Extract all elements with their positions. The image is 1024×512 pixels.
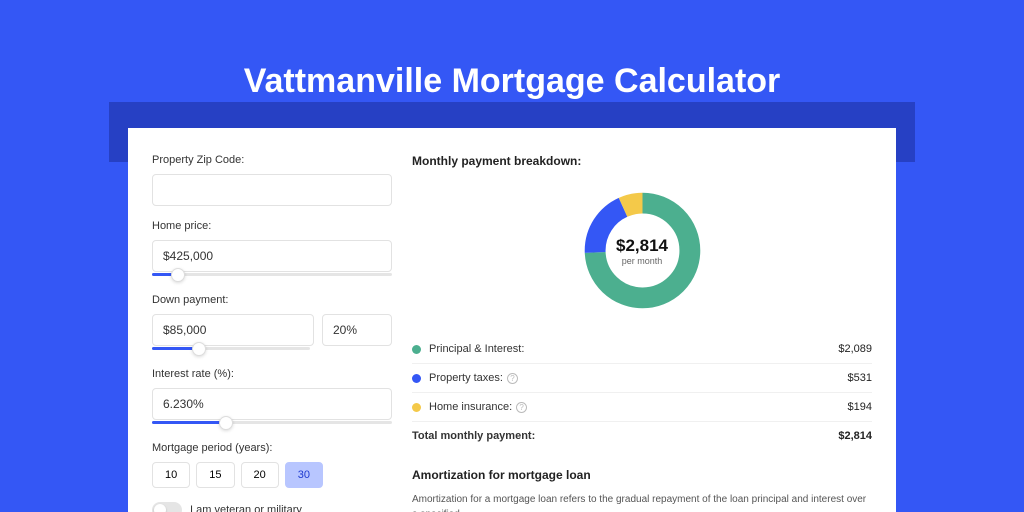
donut-area: $2,814 per month bbox=[412, 178, 872, 323]
period-15-button[interactable]: 15 bbox=[196, 462, 234, 488]
toggle-knob bbox=[154, 504, 166, 512]
veteran-label: I am veteran or military bbox=[190, 504, 302, 512]
breakdown-title: Monthly payment breakdown: bbox=[412, 154, 872, 168]
tax-label: Property taxes: bbox=[429, 372, 503, 384]
info-icon[interactable]: ? bbox=[516, 402, 527, 413]
down-input[interactable] bbox=[152, 314, 314, 346]
calculator-card: Property Zip Code: Home price: Down paym… bbox=[128, 128, 896, 512]
dot-tax-icon bbox=[412, 374, 421, 383]
period-row: 10 15 20 30 bbox=[152, 462, 392, 488]
down-label: Down payment: bbox=[152, 294, 392, 306]
payment-donut-chart: $2,814 per month bbox=[580, 188, 705, 313]
pi-label: Principal & Interest: bbox=[429, 343, 524, 355]
form-panel: Property Zip Code: Home price: Down paym… bbox=[152, 154, 392, 512]
down-pct-input[interactable] bbox=[322, 314, 392, 346]
veteran-toggle[interactable] bbox=[152, 502, 182, 512]
period-10-button[interactable]: 10 bbox=[152, 462, 190, 488]
price-slider[interactable] bbox=[152, 270, 392, 280]
tax-amount: $531 bbox=[848, 372, 872, 384]
price-input[interactable] bbox=[152, 240, 392, 272]
amort-title: Amortization for mortgage loan bbox=[412, 468, 872, 482]
page-title: Vattmanville Mortgage Calculator bbox=[0, 0, 1024, 121]
zip-label: Property Zip Code: bbox=[152, 154, 392, 166]
amort-text: Amortization for a mortgage loan refers … bbox=[412, 492, 872, 512]
row-property-taxes: Property taxes: ? $531 bbox=[412, 364, 872, 393]
rate-input[interactable] bbox=[152, 388, 392, 420]
zip-input[interactable] bbox=[152, 174, 392, 206]
rate-label: Interest rate (%): bbox=[152, 368, 392, 380]
period-20-button[interactable]: 20 bbox=[241, 462, 279, 488]
info-icon[interactable]: ? bbox=[507, 373, 518, 384]
ins-amount: $194 bbox=[848, 401, 872, 413]
donut-amount: $2,814 bbox=[616, 236, 668, 256]
total-amount: $2,814 bbox=[838, 430, 872, 442]
down-slider[interactable] bbox=[152, 344, 310, 354]
total-label: Total monthly payment: bbox=[412, 430, 535, 442]
price-label: Home price: bbox=[152, 220, 392, 232]
dot-ins-icon bbox=[412, 403, 421, 412]
period-label: Mortgage period (years): bbox=[152, 442, 392, 454]
period-30-button[interactable]: 30 bbox=[285, 462, 323, 488]
row-total: Total monthly payment: $2,814 bbox=[412, 422, 872, 450]
breakdown-panel: Monthly payment breakdown: $2,814 per mo… bbox=[412, 154, 872, 512]
ins-label: Home insurance: bbox=[429, 401, 512, 413]
row-principal-interest: Principal & Interest: $2,089 bbox=[412, 335, 872, 364]
dot-pi-icon bbox=[412, 345, 421, 354]
rate-slider[interactable] bbox=[152, 418, 392, 428]
pi-amount: $2,089 bbox=[838, 343, 872, 355]
row-home-insurance: Home insurance: ? $194 bbox=[412, 393, 872, 422]
donut-sub: per month bbox=[616, 256, 668, 266]
